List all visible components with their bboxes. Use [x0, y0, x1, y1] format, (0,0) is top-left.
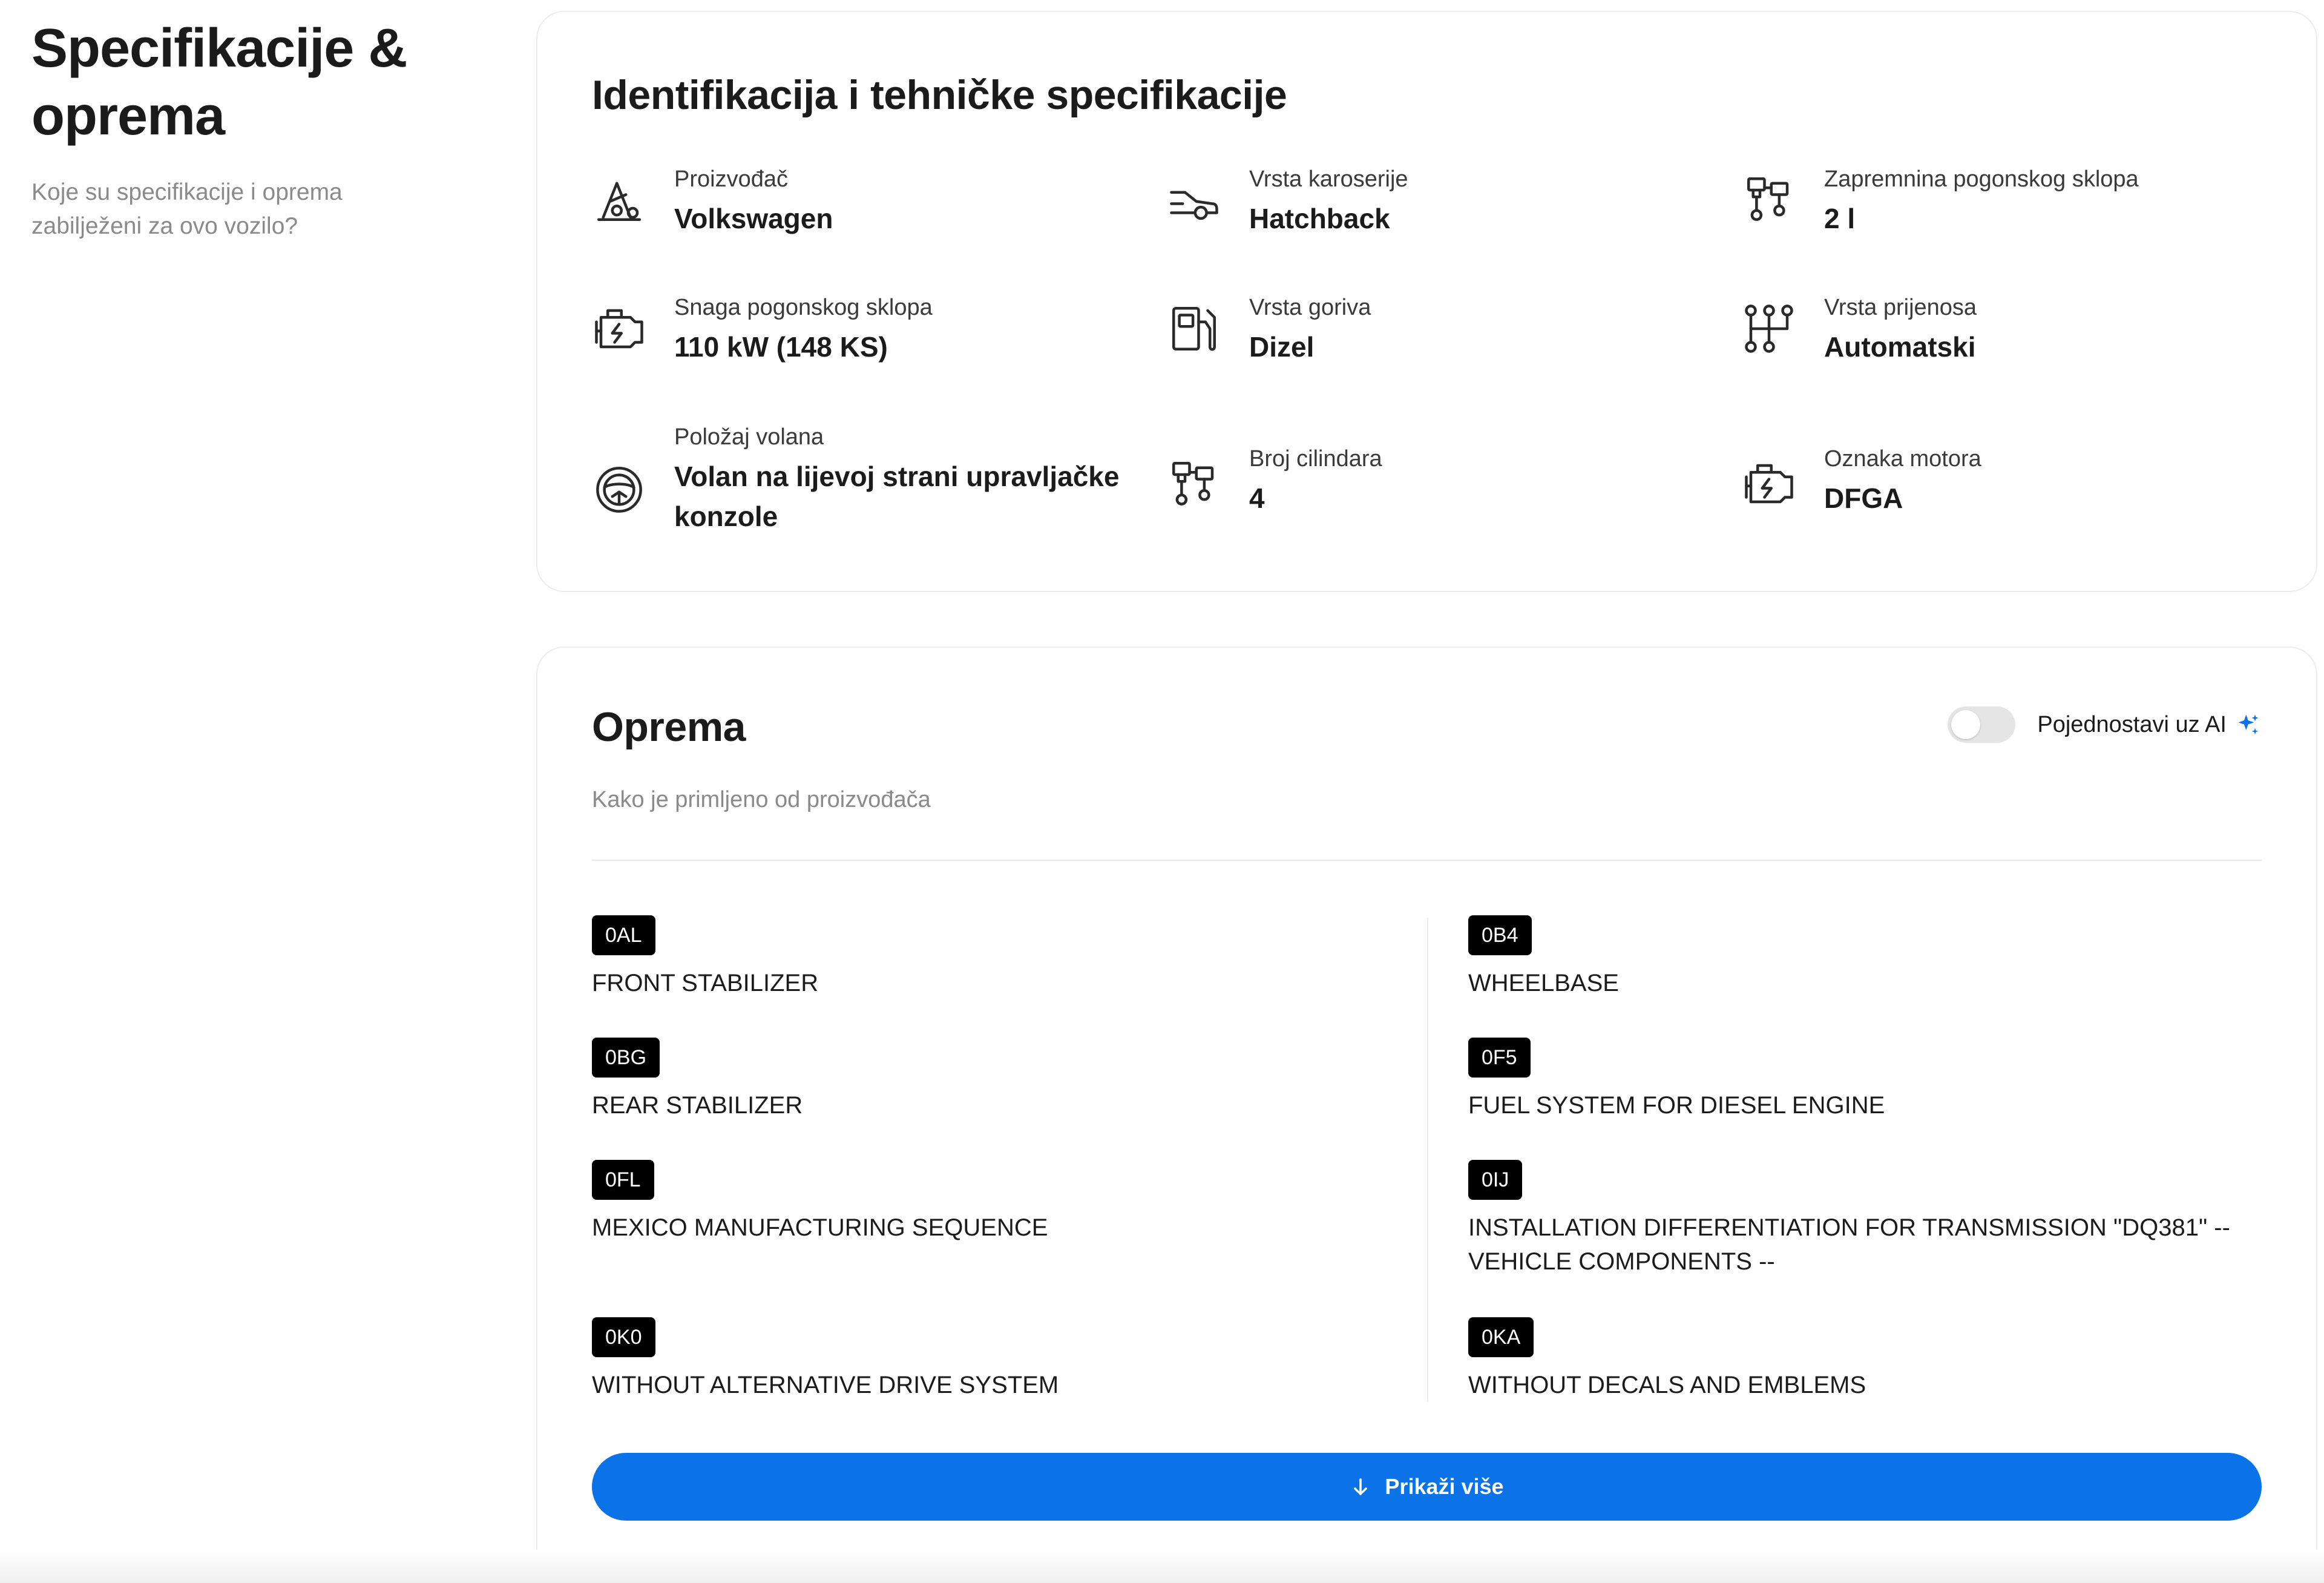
- equipment-description: INSTALLATION DIFFERENTIATION FOR TRANSMI…: [1468, 1214, 2230, 1275]
- spec-label: Vrsta karoserije: [1249, 166, 1408, 192]
- equipment-item: 0BG REAR STABILIZER: [592, 1038, 1391, 1122]
- ai-simplify-control: Pojednostavi uz AI: [1948, 703, 2262, 746]
- arrow-down-icon: [1350, 1476, 1385, 1498]
- sparkle-icon: [2235, 711, 2262, 738]
- engine-icon: [592, 301, 646, 356]
- toggle-knob: [1951, 710, 1981, 739]
- gearbox-icon: [1742, 301, 1796, 356]
- spec-label: Zapremnina pogonskog sklopa: [1824, 166, 2139, 192]
- equipment-code-badge: 0AL: [592, 915, 655, 955]
- equipment-description: MEXICO MANUFACTURING SEQUENCE: [592, 1214, 1048, 1241]
- equipment-description: REAR STABILIZER: [592, 1092, 803, 1119]
- section-header: Specifikacije & oprema Koje su specifika…: [31, 15, 455, 243]
- ai-simplify-label: Pojednostavi uz AI: [2037, 711, 2227, 737]
- equipment-item: 0IJ INSTALLATION DIFFERENTIATION FOR TRA…: [1468, 1160, 2267, 1279]
- steering-wheel-icon: [592, 462, 646, 517]
- spec-value: Hatchback: [1249, 203, 1390, 234]
- equipment-code-badge: 0FL: [592, 1160, 654, 1200]
- specs-title: Identifikacija i tehničke specifikacije: [592, 72, 1287, 118]
- equipment-item: 0F5 FUEL SYSTEM FOR DIESEL ENGINE: [1468, 1038, 2267, 1122]
- fuel-pump-icon: [1167, 301, 1221, 356]
- spec-value: Automatski: [1824, 331, 1976, 363]
- ai-simplify-toggle[interactable]: [1948, 706, 2016, 743]
- equipment-code-badge: 0B4: [1468, 915, 1532, 955]
- manufacturer-icon: [592, 172, 646, 226]
- specs-card: Identifikacija i tehničke specifikacije …: [536, 11, 2317, 592]
- spec-value: 110 kW (148 KS): [674, 331, 888, 363]
- equipment-code-badge: 0F5: [1468, 1038, 1531, 1078]
- equipment-code-badge: 0K0: [592, 1317, 655, 1357]
- spec-value: Volkswagen: [674, 203, 833, 234]
- page-title: Specifikacije & oprema: [31, 18, 407, 146]
- page-bottom-edge: [0, 1550, 2324, 1583]
- equipment-code-badge: 0IJ: [1468, 1160, 1523, 1200]
- spec-label: Snaga pogonskog sklopa: [674, 295, 933, 320]
- spec-label: Proizvođač: [674, 166, 788, 192]
- equipment-item: 0KA WITHOUT DECALS AND EMBLEMS: [1468, 1317, 2267, 1402]
- spec-label: Vrsta goriva: [1249, 295, 1371, 320]
- spec-value: Dizel: [1249, 331, 1315, 363]
- column-divider: [1427, 918, 1428, 1402]
- spec-value: DFGA: [1824, 482, 1903, 514]
- show-more-label: Prikaži više: [1385, 1474, 1504, 1499]
- pistons-icon: [1742, 172, 1796, 226]
- equipment-item: 0B4 WHEELBASE: [1468, 915, 2267, 1000]
- spec-label: Broj cilindara: [1249, 446, 1382, 472]
- equipment-item: 0AL FRONT STABILIZER: [592, 915, 1391, 1000]
- engine-icon: [1742, 456, 1796, 511]
- car-body-icon: [1167, 172, 1221, 226]
- show-more-button[interactable]: Prikaži više: [592, 1453, 2262, 1521]
- pistons-icon: [1167, 456, 1221, 511]
- divider: [592, 860, 2262, 861]
- equipment-description: FRONT STABILIZER: [592, 970, 819, 996]
- equipment-description: WITHOUT ALTERNATIVE DRIVE SYSTEM: [592, 1372, 1059, 1398]
- spec-value: 4: [1249, 482, 1265, 514]
- equipment-code-badge: 0KA: [1468, 1317, 1534, 1357]
- page-subtitle: Koje su specifikacije i oprema zabilježe…: [31, 179, 343, 239]
- spec-label: Položaj volana: [674, 424, 824, 450]
- equipment-description: FUEL SYSTEM FOR DIESEL ENGINE: [1468, 1092, 1885, 1119]
- equipment-code-badge: 0BG: [592, 1038, 660, 1078]
- spec-value: Volan na lijevoj strani upravljačke konz…: [674, 461, 1120, 532]
- equipment-description: WITHOUT DECALS AND EMBLEMS: [1468, 1372, 1866, 1398]
- spec-label: Oznaka motora: [1824, 446, 1981, 472]
- equipment-item: 0FL MEXICO MANUFACTURING SEQUENCE: [592, 1160, 1391, 1245]
- equipment-title: Oprema: [592, 704, 746, 750]
- equipment-item: 0K0 WITHOUT ALTERNATIVE DRIVE SYSTEM: [592, 1317, 1391, 1402]
- equipment-subtitle: Kako je primljeno od proizvođača: [592, 787, 931, 812]
- equipment-card: Oprema Pojednostavi uz AI Kako je primlj…: [536, 647, 2317, 1579]
- equipment-description: WHEELBASE: [1468, 970, 1619, 996]
- spec-value: 2 l: [1824, 203, 1856, 234]
- spec-label: Vrsta prijenosa: [1824, 295, 1977, 320]
